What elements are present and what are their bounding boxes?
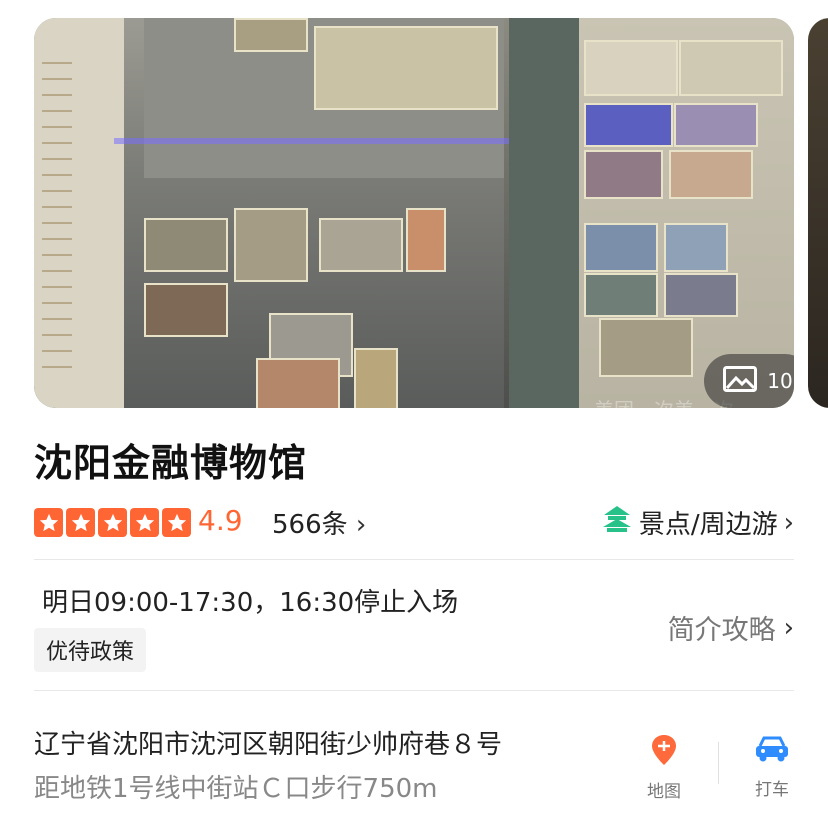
scenic-icon — [601, 505, 633, 540]
map-pin-icon — [649, 734, 679, 771]
policy-tag[interactable]: 优待政策 — [34, 628, 147, 672]
map-label: 地图 — [647, 782, 681, 802]
star-icon — [34, 508, 63, 537]
opening-hours: 明日09:00-17:30，16:30停止入场 — [42, 588, 459, 618]
photo-banknote-board — [579, 18, 794, 408]
divider — [718, 742, 719, 784]
chevron-right-icon: › — [783, 507, 794, 538]
star-rating — [34, 508, 191, 537]
address-text[interactable]: 辽宁省沈阳市沈河区朝阳街少帅府巷８号 — [34, 724, 502, 761]
car-icon — [754, 734, 790, 769]
star-icon — [66, 508, 95, 537]
divider — [34, 690, 794, 691]
rating-score: 4.9 — [198, 504, 243, 537]
star-icon — [162, 508, 191, 537]
next-photo-peek[interactable] — [808, 18, 828, 408]
taxi-button[interactable]: 打车 — [742, 734, 802, 800]
image-icon — [723, 365, 758, 397]
poi-title: 沈阳金融博物馆 — [34, 441, 308, 485]
review-count: 566条 — [272, 510, 348, 540]
photo-gallery[interactable]: 美团一次美一次 10 — [0, 0, 828, 425]
map-button[interactable]: 地图 — [634, 734, 694, 802]
taxi-label: 打车 — [755, 780, 789, 800]
star-icon — [130, 508, 159, 537]
category-link[interactable]: 景点/周边游 › — [601, 504, 794, 541]
photo-wall-panel — [34, 18, 124, 408]
metro-distance: 距地铁1号线中街站Ｃ口步行750m — [34, 774, 438, 804]
rating-row: 4.9 566条 › 景点/周边游 › — [34, 500, 794, 544]
chevron-right-icon: › — [355, 510, 367, 540]
star-icon — [98, 508, 127, 537]
category-label: 景点/周边游 — [638, 510, 778, 540]
divider — [34, 559, 794, 560]
guide-link[interactable]: 简介攻略 › — [668, 608, 794, 647]
guide-label: 简介攻略 — [667, 615, 776, 646]
review-count-link[interactable]: 566条 › — [272, 504, 366, 541]
photo-count-label: 10 — [767, 369, 793, 393]
photo-count-badge[interactable]: 10 — [704, 354, 794, 408]
chevron-right-icon: › — [783, 612, 794, 643]
museum-photo[interactable]: 美团一次美一次 10 — [34, 18, 794, 408]
